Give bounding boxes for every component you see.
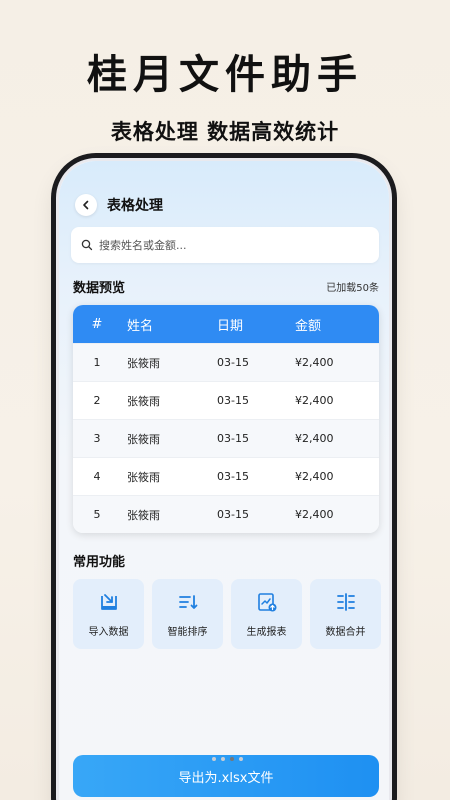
smart-sort-button[interactable]: 智能排序 [152, 579, 223, 649]
generate-report-label: 生成报表 [246, 626, 287, 638]
row-name: 张筱雨 [127, 470, 160, 484]
row-date: 03-15 [217, 356, 249, 369]
merge-icon [336, 592, 355, 611]
sort-icon [178, 594, 197, 609]
search-input[interactable] [99, 238, 359, 252]
table-row[interactable]: 3 张筱雨 03-15 ¥2,400 [73, 419, 379, 457]
phone-frame: 表格处理 数据预览 已加载50条 # 姓名 日期 金额 1 张筱雨 [56, 158, 392, 800]
functions-title: 常用功能 [73, 555, 126, 570]
page-title: 表格处理 [107, 198, 163, 214]
row-name: 张筱雨 [127, 432, 160, 446]
merge-data-button[interactable]: 数据合并 [310, 579, 381, 649]
page-dot [220, 757, 225, 761]
merge-data-label: 数据合并 [325, 626, 366, 638]
row-date: 03-15 [217, 508, 249, 521]
hero-subtitle: 表格处理 数据高效统计 [110, 120, 340, 144]
row-index: 5 [93, 508, 101, 521]
page-dot-active [229, 757, 234, 761]
row-index: 2 [93, 394, 101, 407]
table-header: # 姓名 日期 金额 [73, 305, 379, 343]
generate-report-button[interactable]: 生成报表 [231, 579, 302, 649]
row-date: 03-15 [217, 432, 249, 445]
loaded-count: 已加载50条 [326, 283, 379, 294]
row-date: 03-15 [217, 394, 249, 407]
row-amount: ¥2,400 [295, 470, 334, 483]
search-bar[interactable] [71, 227, 379, 263]
export-xlsx-button[interactable]: 导出为.xlsx文件 [73, 755, 379, 797]
functions-grid: 导入数据 智能排序 生成报表 数据合并 [73, 579, 385, 649]
row-name: 张筱雨 [127, 508, 160, 522]
table-body: 1 张筱雨 03-15 ¥2,400 2 张筱雨 03-15 ¥2,400 3 … [73, 343, 379, 533]
row-amount: ¥2,400 [295, 394, 334, 407]
row-index: 4 [93, 470, 101, 483]
app-screen: 表格处理 数据预览 已加载50条 # 姓名 日期 金额 1 张筱雨 [59, 161, 389, 800]
row-amount: ¥2,400 [295, 356, 334, 369]
table-row[interactable]: 1 张筱雨 03-15 ¥2,400 [73, 343, 379, 381]
top-bar: 表格处理 [75, 189, 163, 221]
row-name: 张筱雨 [127, 356, 160, 370]
chevron-left-icon [83, 200, 89, 210]
row-name: 张筱雨 [127, 394, 160, 408]
row-amount: ¥2,400 [295, 432, 334, 445]
page-dot [238, 757, 243, 761]
row-date: 03-15 [217, 470, 249, 483]
table-row[interactable]: 4 张筱雨 03-15 ¥2,400 [73, 457, 379, 495]
table-row[interactable]: 5 张筱雨 03-15 ¥2,400 [73, 495, 379, 533]
back-button[interactable] [75, 194, 97, 216]
row-amount: ¥2,400 [295, 508, 334, 521]
row-index: 1 [93, 356, 101, 369]
column-header-date[interactable]: 日期 [207, 315, 287, 334]
import-data-label: 导入数据 [88, 626, 129, 638]
report-icon [257, 592, 276, 611]
preview-title: 数据预览 [73, 281, 126, 296]
column-header-name[interactable]: 姓名 [121, 315, 207, 334]
search-icon [81, 239, 93, 251]
column-header-index[interactable]: # [73, 317, 121, 332]
row-index: 3 [93, 432, 101, 445]
import-icon [100, 593, 117, 610]
hero-title: 桂月文件助手 [87, 52, 363, 98]
preview-header: 数据预览 已加载50条 [73, 277, 379, 296]
data-table: # 姓名 日期 金额 1 张筱雨 03-15 ¥2,400 2 张筱雨 03-1… [73, 305, 379, 533]
import-data-button[interactable]: 导入数据 [73, 579, 144, 649]
column-header-amount[interactable]: 金额 [287, 315, 379, 334]
page-indicator [59, 757, 389, 761]
smart-sort-label: 智能排序 [167, 626, 208, 638]
table-row[interactable]: 2 张筱雨 03-15 ¥2,400 [73, 381, 379, 419]
page-dot [211, 757, 216, 761]
